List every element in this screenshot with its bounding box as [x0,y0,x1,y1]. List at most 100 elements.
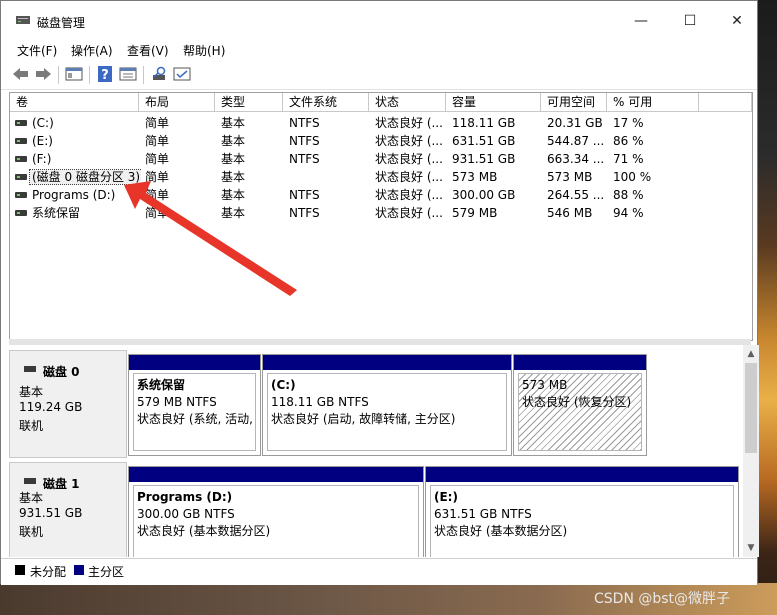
table-row-selected[interactable]: (磁盘 0 磁盘分区 3) 简单 基本 状态良好 (... 573 MB 573… [10,168,752,186]
column-header-percent-free[interactable]: % 可用 [607,93,699,112]
scrollbar-thumb[interactable] [745,363,757,453]
menu-action[interactable]: 操作(A) [71,42,113,59]
disk-view-scrollbar[interactable]: ▲ ▼ [743,345,759,557]
partition-e[interactable]: (E:) 631.51 GB NTFS 状态良好 (基本数据分区) [425,466,739,557]
disk-0-label[interactable]: 磁盘 0 基本 119.24 GB 联机 [9,350,127,458]
volume-name: (C:) [32,116,54,130]
volume-layout: 简单 [145,206,170,220]
partition-title: 系统保留 [137,378,186,392]
scroll-down-icon[interactable]: ▼ [743,541,759,555]
maximize-button[interactable]: ☐ [667,7,713,35]
column-header-layout[interactable]: 布局 [139,93,215,112]
volume-name: Programs (D:) [32,188,116,202]
back-icon[interactable] [12,66,30,82]
console-tree-icon[interactable] [65,66,83,82]
legend-unallocated: 未分配 [30,565,67,579]
drive-icon [15,174,27,180]
drive-icon [15,192,27,198]
drive-icon [15,156,27,162]
disk-type: 基本 [19,491,44,505]
volume-layout: 简单 [145,116,170,130]
disk-status: 联机 [19,419,44,433]
partition-size: 631.51 GB NTFS [434,507,532,521]
drive-icon [15,210,27,216]
volume-percent-free: 71 % [613,152,644,166]
connect-icon[interactable] [173,66,191,82]
partition-c[interactable]: (C:) 118.11 GB NTFS 状态良好 (启动, 故障转储, 主分区) [262,354,512,456]
volume-capacity: 118.11 GB [452,116,516,130]
volume-percent-free: 86 % [613,134,644,148]
partition-body: Programs (D:) 300.00 GB NTFS 状态良好 (基本数据分… [133,485,419,557]
primary-partition-bar [263,355,511,370]
window-title: 磁盘管理 [37,16,86,30]
partition-status: 状态良好 (恢复分区) [522,395,632,409]
primary-partition-bar [426,467,738,482]
partition-status: 状态良好 (基本数据分区) [137,524,271,538]
title-bar: 磁盘管理 — ☐ ✕ [1,1,757,39]
watermark: CSDN @bst@微胖子 [594,591,731,607]
partition-programs-d[interactable]: Programs (D:) 300.00 GB NTFS 状态良好 (基本数据分… [128,466,424,557]
table-row[interactable]: (C:) 简单 基本 NTFS 状态良好 (... 118.11 GB 20.3… [10,114,752,132]
volume-type: 基本 [221,170,246,184]
volume-type: 基本 [221,116,246,130]
column-header-capacity[interactable]: 容量 [446,93,541,112]
toolbar-separator [89,66,90,84]
volume-filesystem [289,168,367,186]
volume-percent-free: 17 % [613,116,644,130]
toolbar: ? [1,61,757,90]
partition-recovery[interactable]: 573 MB 状态良好 (恢复分区) [513,354,647,456]
column-header-type[interactable]: 类型 [215,93,283,112]
disk-1-label[interactable]: 磁盘 1 基本 931.51 GB 联机 [9,462,127,557]
volume-status: 状态良好 (... [375,152,443,166]
column-header-volume[interactable]: 卷 [10,93,139,112]
volume-layout: 简单 [145,188,170,202]
partition-system-reserved[interactable]: 系统保留 579 MB NTFS 状态良好 (系统, 活动, 主分区) [128,354,261,456]
volume-type: 基本 [221,188,246,202]
legend-bar: 未分配 主分区 [1,558,757,585]
volume-type: 基本 [221,134,246,148]
menu-view[interactable]: 查看(V) [127,42,169,59]
partition-title: Programs (D:) [137,490,233,504]
disk-management-app-icon [16,16,30,24]
disk-icon [24,478,36,484]
partition-title: (E:) [434,490,458,504]
disk-name: 磁盘 1 [43,477,80,491]
table-row[interactable]: (F:) 简单 基本 NTFS 状态良好 (... 931.51 GB 663.… [10,150,752,168]
column-header-status[interactable]: 状态 [369,93,446,112]
volume-free-space: 264.55 ... [547,188,605,202]
toolbar-separator [58,66,59,84]
partition-body: 系统保留 579 MB NTFS 状态良好 (系统, 活动, 主分区) [133,373,256,451]
table-row[interactable]: (E:) 简单 基本 NTFS 状态良好 (... 631.51 GB 544.… [10,132,752,150]
volume-name: (磁盘 0 磁盘分区 3) [29,168,141,186]
scroll-up-icon[interactable]: ▲ [743,347,759,361]
table-row[interactable]: 系统保留 简单 基本 NTFS 状态良好 (... 579 MB 546 MB … [10,204,752,222]
menu-file[interactable]: 文件(F) [17,42,57,59]
primary-partition-bar [129,355,260,370]
svg-text:?: ? [101,68,109,82]
volume-type: 基本 [221,152,246,166]
disk-icon [24,366,36,372]
table-row[interactable]: Programs (D:) 简单 基本 NTFS 状态良好 (... 300.0… [10,186,752,204]
drive-icon [15,120,27,126]
column-header-blank [699,93,752,112]
properties-icon[interactable] [119,66,137,82]
refresh-icon[interactable] [150,66,168,82]
volume-filesystem: NTFS [289,188,320,202]
volume-layout: 简单 [145,134,170,148]
volume-status: 状态良好 (... [375,116,443,130]
column-header-filesystem[interactable]: 文件系统 [283,93,369,112]
volume-list: 卷 布局 类型 文件系统 状态 容量 可用空间 % 可用 (C:) 简单 基本 … [9,92,753,341]
volume-free-space: 544.87 ... [547,134,605,148]
close-button[interactable]: ✕ [714,7,760,35]
volume-capacity: 631.51 GB [452,134,516,148]
volume-capacity: 573 MB [452,170,498,184]
menu-help[interactable]: 帮助(H) [183,42,225,59]
volume-name-selected: (磁盘 0 磁盘分区 3) [29,169,141,185]
help-icon[interactable]: ? [96,66,114,82]
partition-status: 状态良好 (启动, 故障转储, 主分区) [271,412,456,426]
minimize-button[interactable]: — [618,7,664,35]
column-header-free-space[interactable]: 可用空间 [541,93,607,112]
disk-size: 931.51 GB [19,506,83,520]
forward-icon[interactable] [34,66,52,82]
volume-free-space: 663.34 ... [547,152,605,166]
